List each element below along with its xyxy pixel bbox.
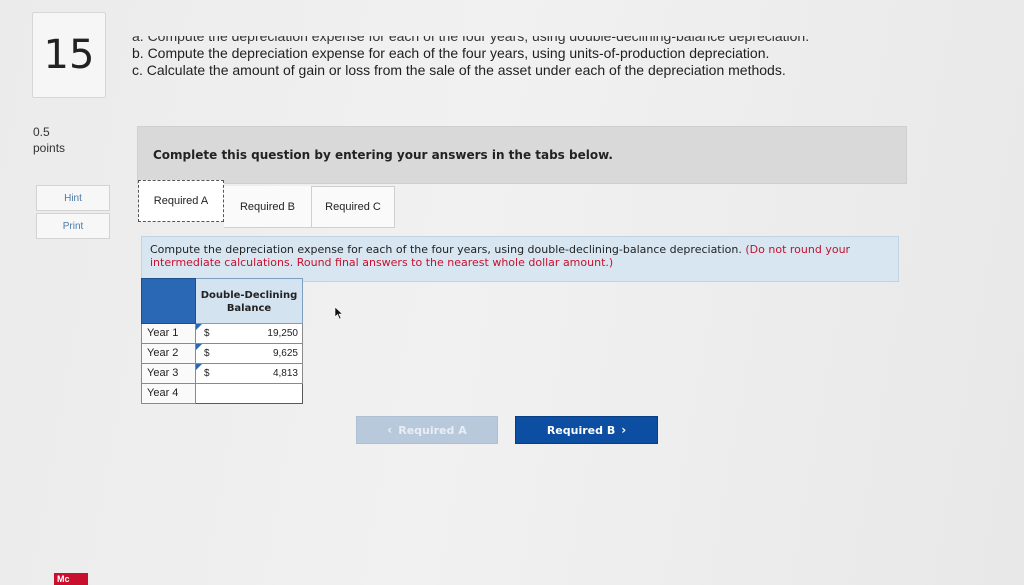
- row-label: Year 4: [141, 384, 196, 404]
- table-row-year-2: Year 2 $ 9,625: [141, 344, 303, 364]
- currency-symbol: $: [196, 324, 216, 344]
- tab-required-a[interactable]: Required A: [138, 180, 224, 222]
- row-label: Year 2: [141, 344, 196, 364]
- points-label: points: [33, 141, 66, 155]
- chevron-left-icon: ‹: [387, 423, 393, 437]
- print-button[interactable]: Print: [36, 213, 110, 239]
- instruction-b: b. Compute the depreciation expense for …: [132, 45, 770, 61]
- year-3-input[interactable]: 4,813: [216, 364, 303, 384]
- hint-button[interactable]: Hint: [36, 185, 110, 211]
- points-info: 0.5 points: [33, 124, 65, 156]
- instruction-a: a. Compute the depreciation expense for …: [132, 36, 810, 44]
- prev-button-label: Required A: [398, 423, 467, 437]
- prompt-text: Compute the depreciation expense for eac…: [150, 243, 742, 256]
- table-row-year-4: Year 4: [141, 384, 303, 404]
- next-button-label: Required B: [546, 423, 616, 437]
- row-label: Year 1: [141, 324, 196, 344]
- next-required-b-button[interactable]: Required B ›: [515, 416, 658, 444]
- question-prompt: Compute the depreciation expense for eac…: [141, 236, 899, 282]
- table-row-year-1: Year 1 $ 19,250: [141, 324, 303, 344]
- table-corner: [141, 278, 196, 324]
- points-value: 0.5: [33, 125, 50, 139]
- tab-required-b[interactable]: Required B: [224, 186, 311, 228]
- table-header: Double-Declining Balance: [141, 278, 303, 324]
- mouse-cursor-icon: [334, 306, 344, 320]
- year-4-input[interactable]: [196, 384, 303, 404]
- year-2-input[interactable]: 9,625: [216, 344, 303, 364]
- year-1-input[interactable]: 19,250: [216, 324, 303, 344]
- mcgraw-hill-logo: Mc: [54, 573, 88, 585]
- instruction-c: c. Calculate the amount of gain or loss …: [132, 62, 786, 78]
- tab-required-c[interactable]: Required C: [311, 186, 395, 228]
- currency-symbol: $: [196, 344, 216, 364]
- chevron-right-icon: ›: [621, 423, 627, 437]
- depreciation-table: Double-Declining Balance Year 1 $ 19,250…: [141, 278, 303, 404]
- question-instructions: a. Compute the depreciation expense for …: [132, 36, 852, 79]
- row-label: Year 3: [141, 364, 196, 384]
- currency-symbol: $: [196, 364, 216, 384]
- question-number: 15: [32, 12, 106, 98]
- prev-required-a-button[interactable]: ‹ Required A: [356, 416, 498, 444]
- table-row-year-3: Year 3 $ 4,813: [141, 364, 303, 384]
- column-header-ddb: Double-Declining Balance: [196, 278, 303, 324]
- instruction-banner: Complete this question by entering your …: [137, 126, 907, 184]
